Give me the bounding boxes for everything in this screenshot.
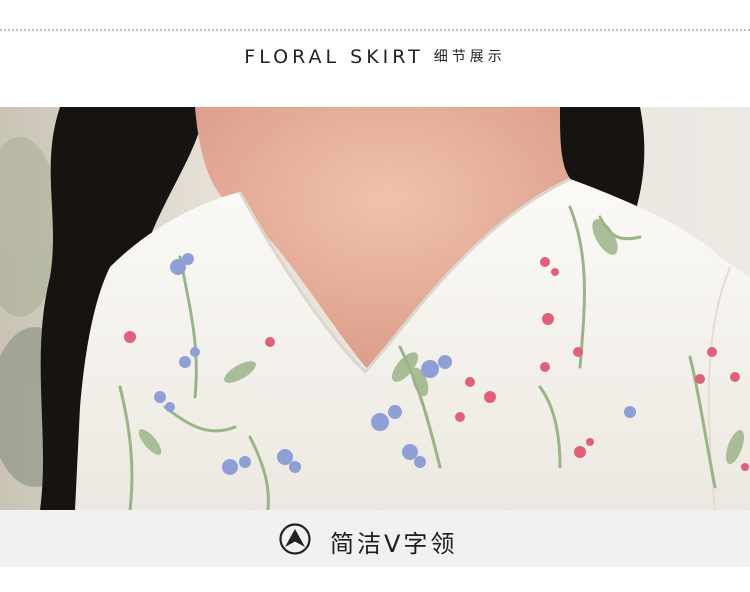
title-english: FLORAL SKIRT: [244, 46, 424, 68]
circle-up-arrow-icon: [279, 523, 311, 555]
product-detail-photo: [0, 107, 750, 510]
section-title: FLORAL SKIRT 细节展示: [0, 46, 750, 68]
dotted-divider: [0, 29, 750, 31]
caption-band: 简洁V字领: [0, 510, 750, 567]
caption-text: 简洁V字领: [330, 530, 458, 558]
title-chinese: 细节展示: [433, 49, 506, 65]
bottom-spacer: [0, 567, 750, 592]
